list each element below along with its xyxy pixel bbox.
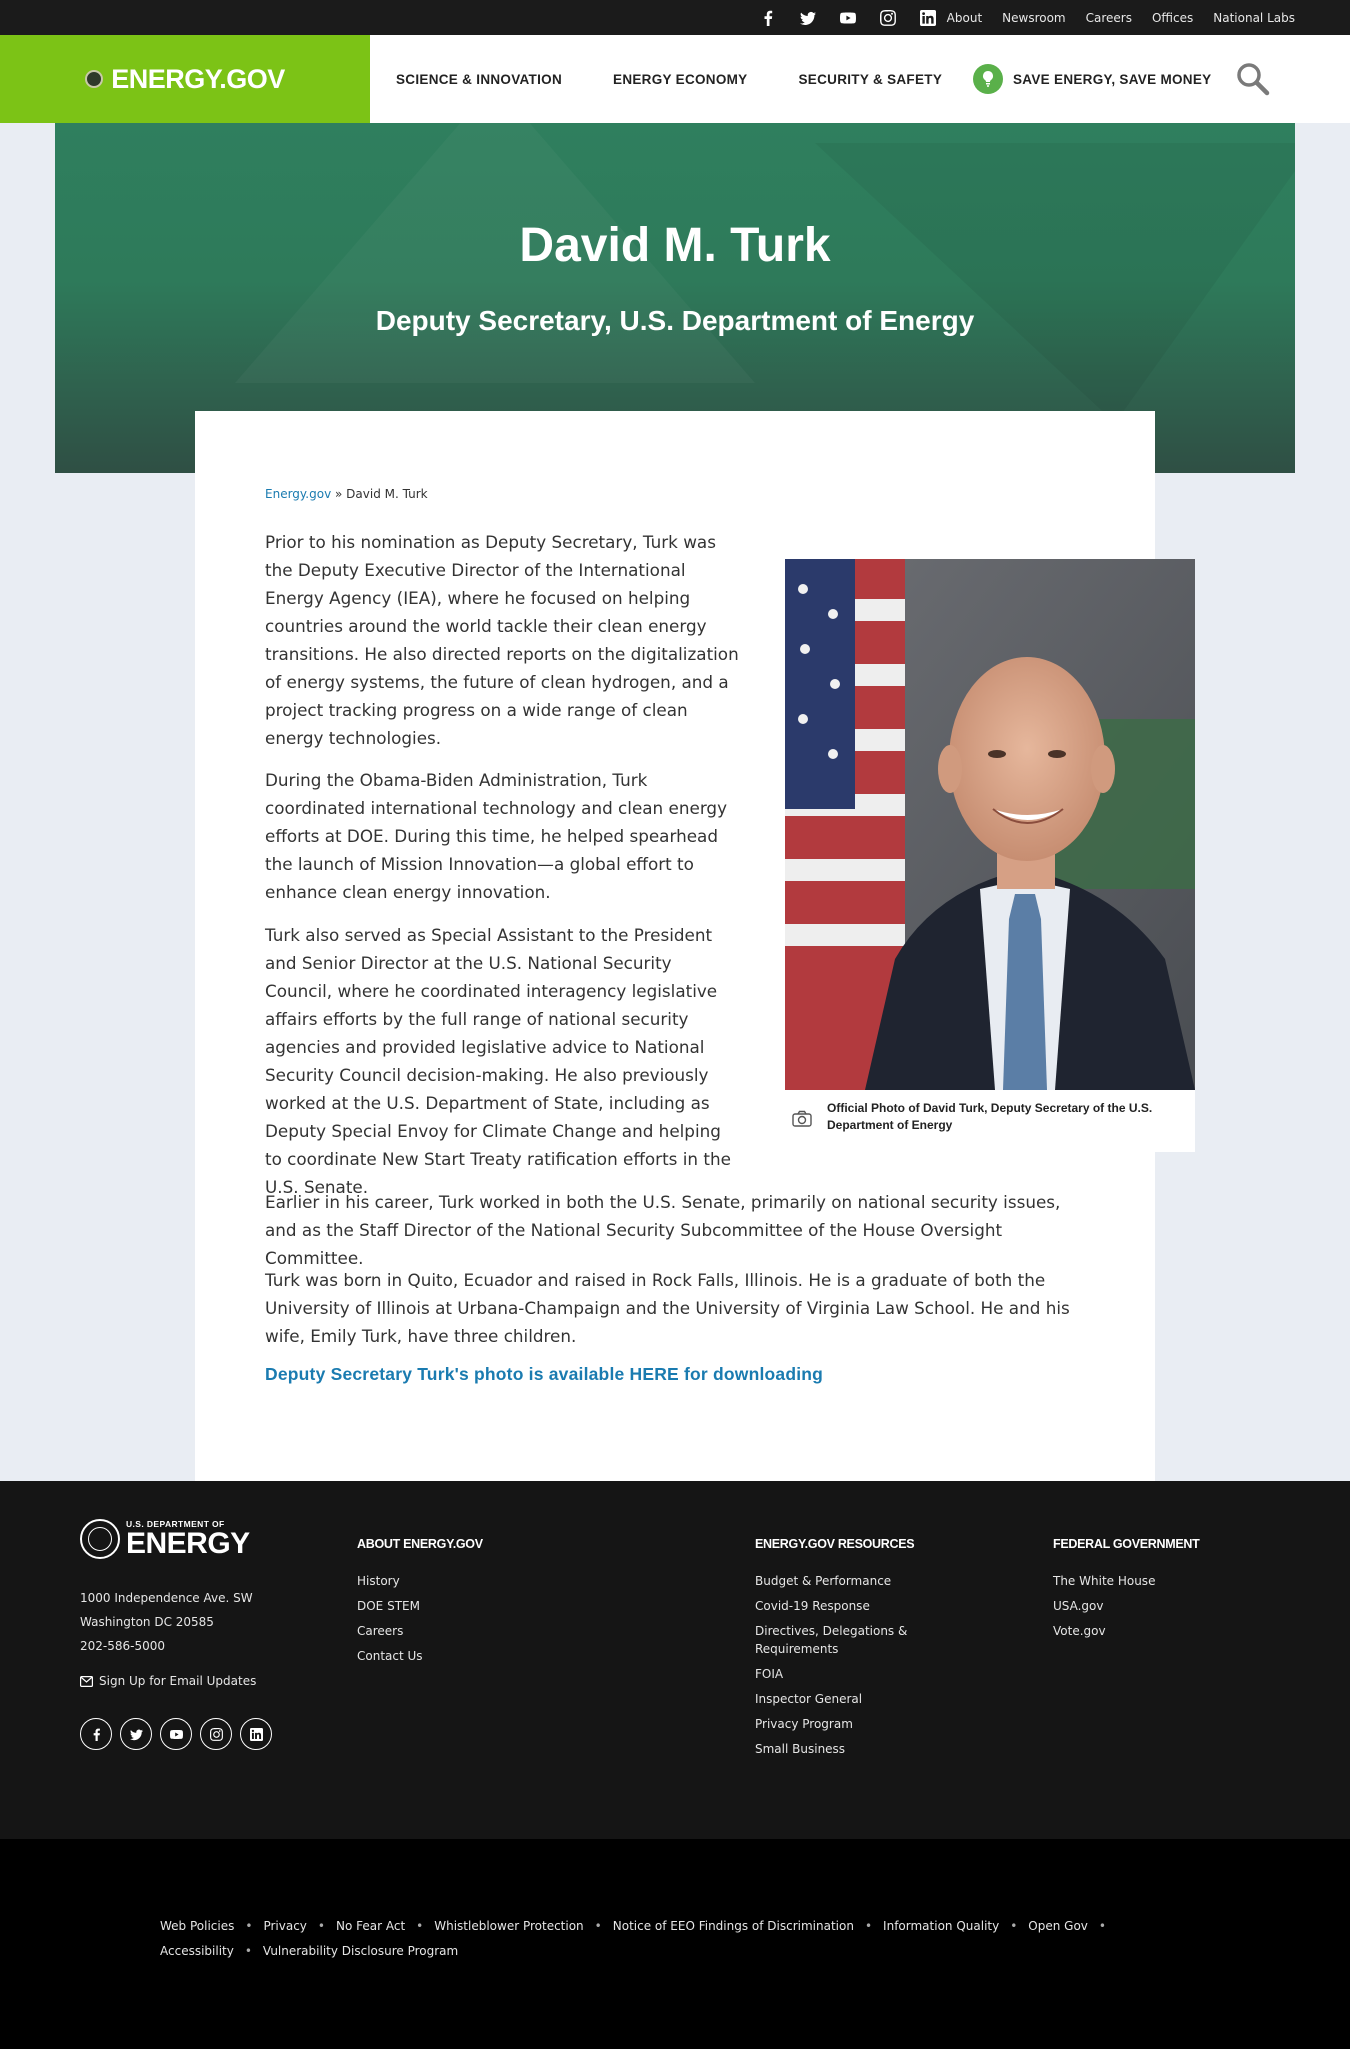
footer-link-foia[interactable]: FOIA xyxy=(755,1665,955,1683)
linkedin-icon[interactable] xyxy=(908,0,948,35)
footer-link-doe-stem[interactable]: DOE STEM xyxy=(357,1597,657,1615)
breadcrumb-current: David M. Turk xyxy=(346,487,428,501)
legal-links: Web Policies • Privacy • No Fear Act • Whis… xyxy=(160,1918,1106,1960)
nav-item-science-innovation[interactable]: SCIENCE & INNOVATION xyxy=(396,72,562,87)
breadcrumb-separator: » xyxy=(331,487,347,501)
footer-column-federal: FEDERAL GOVERNMENT The White House USA.g… xyxy=(1053,1537,1253,1647)
camera-icon xyxy=(791,1108,813,1130)
footer-column-about: ABOUT ENERGY.GOV History DOE STEM Career… xyxy=(357,1537,657,1672)
footer-link-covid[interactable]: Covid-19 Response xyxy=(755,1597,955,1615)
footer-link-privacy-program[interactable]: Privacy Program xyxy=(755,1715,955,1733)
footer-social-links xyxy=(80,1718,272,1750)
doe-seal-icon xyxy=(85,70,104,88)
footer-link-white-house[interactable]: The White House xyxy=(1053,1572,1253,1590)
legal-link-vulnerability-disclosure[interactable]: Vulnerability Disclosure Program xyxy=(263,1943,458,1960)
bio-paragraph: Earlier in his career, Turk worked in bo… xyxy=(265,1192,1061,1268)
utility-link-national-labs[interactable]: National Labs xyxy=(1213,11,1295,25)
legal-link-privacy[interactable]: Privacy xyxy=(263,1918,306,1935)
utility-links: About Newsroom Careers Offices National … xyxy=(947,0,1295,35)
site-footer: U.S. DEPARTMENT OF ENERGY 1000 Independe… xyxy=(0,1481,1350,1839)
utility-bar: About Newsroom Careers Offices National … xyxy=(0,0,1350,35)
photo-caption: Official Photo of David Turk, Deputy Sec… xyxy=(785,1090,1195,1152)
breadcrumb: Energy.gov » David M. Turk xyxy=(265,487,428,501)
footer-link-history[interactable]: History xyxy=(357,1572,657,1590)
save-energy-link[interactable]: SAVE ENERGY, SAVE MONEY xyxy=(973,35,1211,123)
email-signup-label: Sign Up for Email Updates xyxy=(99,1674,257,1688)
official-portrait-photo[interactable] xyxy=(785,559,1195,1090)
bio-paragraph: During the Obama-Biden Administration, T… xyxy=(265,770,728,902)
phone-number: 202-586-5000 xyxy=(80,1639,166,1653)
lightbulb-icon xyxy=(973,64,1003,94)
legal-link-information-quality[interactable]: Information Quality xyxy=(883,1918,999,1935)
utility-link-careers[interactable]: Careers xyxy=(1086,11,1132,25)
legal-link-no-fear-act[interactable]: No Fear Act xyxy=(336,1918,405,1935)
footer-link-careers[interactable]: Careers xyxy=(357,1622,657,1640)
instagram-icon[interactable] xyxy=(868,0,908,35)
footer-column-title: ABOUT ENERGY.GOV xyxy=(357,1537,483,1551)
legal-bar: Web Policies • Privacy • No Fear Act • Whis… xyxy=(0,1839,1350,2049)
envelope-icon xyxy=(80,1675,93,1687)
main-nav: ENERGY.GOV SCIENCE & INNOVATION ENERGY E… xyxy=(0,35,1350,123)
primary-nav: SCIENCE & INNOVATION ENERGY ECONOMY SECU… xyxy=(370,35,967,123)
footer-link-small-business[interactable]: Small Business xyxy=(755,1740,955,1758)
facebook-icon[interactable] xyxy=(748,0,788,35)
legal-link-open-gov[interactable]: Open Gov xyxy=(1028,1918,1088,1935)
save-energy-label: SAVE ENERGY, SAVE MONEY xyxy=(1013,71,1212,87)
facebook-icon[interactable] xyxy=(80,1718,112,1750)
doe-seal-icon xyxy=(80,1519,120,1559)
footer-link-contact-us[interactable]: Contact Us xyxy=(357,1647,657,1665)
twitter-icon[interactable] xyxy=(788,0,828,35)
footer-link-budget[interactable]: Budget & Performance xyxy=(755,1572,955,1590)
nav-item-security-safety[interactable]: SECURITY & SAFETY xyxy=(799,72,943,87)
utility-social-links xyxy=(748,0,948,35)
footer-link-usa-gov[interactable]: USA.gov xyxy=(1053,1597,1253,1615)
bio-paragraph: Prior to his nomination as Deputy Secret… xyxy=(265,532,739,748)
legal-link-accessibility[interactable]: Accessibility xyxy=(160,1943,234,1960)
footer-link-inspector-general[interactable]: Inspector General xyxy=(755,1690,955,1708)
legal-link-eeo-findings[interactable]: Notice of EEO Findings of Discrimination xyxy=(613,1918,854,1935)
footer-column-title: ENERGY.GOV RESOURCES xyxy=(755,1537,915,1551)
youtube-icon[interactable] xyxy=(828,0,868,35)
utility-link-offices[interactable]: Offices xyxy=(1152,11,1193,25)
legal-link-whistleblower[interactable]: Whistleblower Protection xyxy=(434,1918,583,1935)
footer-column-resources: ENERGY.GOV RESOURCES Budget & Performanc… xyxy=(755,1537,955,1765)
photo-caption-text: Official Photo of David Turk, Deputy Sec… xyxy=(827,1101,1153,1132)
page-subtitle: Deputy Secretary, U.S. Department of Ene… xyxy=(375,305,975,336)
linkedin-icon[interactable] xyxy=(240,1718,272,1750)
bio-paragraph: Turk also served as Special Assistant to… xyxy=(265,925,731,1197)
site-logo[interactable]: ENERGY.GOV xyxy=(0,35,370,123)
official-photo-figure: Official Photo of David Turk, Deputy Sec… xyxy=(785,559,1195,1152)
footer-address: 1000 Independence Ave. SW Washington DC … xyxy=(80,1586,253,1658)
footer-link-directives[interactable]: Directives, Delegations & Requirements xyxy=(755,1622,955,1658)
footer-link-vote-gov[interactable]: Vote.gov xyxy=(1053,1622,1253,1640)
footer-column-title: FEDERAL GOVERNMENT xyxy=(1053,1537,1200,1551)
logo-text: ENERGY.GOV xyxy=(111,63,285,94)
footer-logo-big-text: ENERGY xyxy=(126,1527,250,1560)
youtube-icon[interactable] xyxy=(160,1718,192,1750)
page-title: David M. Turk xyxy=(519,219,831,272)
photo-download-link[interactable]: Deputy Secretary Turk's photo is availab… xyxy=(265,1364,823,1385)
address-line: Washington DC 20585 xyxy=(80,1615,214,1629)
bio-paragraph: Turk was born in Quito, Ecuador and rais… xyxy=(265,1270,1070,1346)
search-icon[interactable] xyxy=(1235,61,1271,97)
instagram-icon[interactable] xyxy=(200,1718,232,1750)
nav-item-energy-economy[interactable]: ENERGY ECONOMY xyxy=(613,72,747,87)
footer-logo[interactable]: U.S. DEPARTMENT OF ENERGY xyxy=(80,1519,250,1559)
email-signup-link[interactable]: Sign Up for Email Updates xyxy=(80,1674,256,1688)
breadcrumb-home[interactable]: Energy.gov xyxy=(265,487,331,501)
address-line: 1000 Independence Ave. SW xyxy=(80,1591,253,1605)
legal-link-web-policies[interactable]: Web Policies xyxy=(160,1918,234,1935)
twitter-icon[interactable] xyxy=(120,1718,152,1750)
utility-link-about[interactable]: About xyxy=(947,11,982,25)
utility-link-newsroom[interactable]: Newsroom xyxy=(1002,11,1065,25)
